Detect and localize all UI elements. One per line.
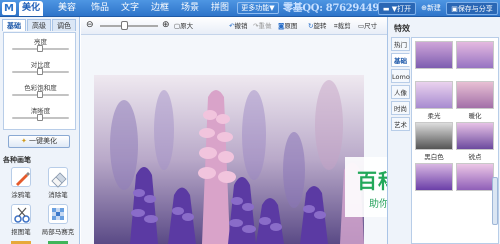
effect-label-black-white: 黑白色	[424, 153, 444, 161]
auto-beautify-button[interactable]: ✦ 一键美化	[8, 135, 70, 148]
effect-thumb[interactable]	[456, 41, 494, 69]
tab-beauty[interactable]: 美容	[55, 1, 79, 16]
brightness-slider[interactable]: 亮度	[4, 36, 77, 56]
effect-thumb-sharpen[interactable]	[456, 122, 494, 150]
tab-frames[interactable]: 边框	[148, 1, 172, 16]
effect-category-basic[interactable]: 基础	[391, 53, 410, 67]
eraser-brush-button[interactable]: 消除笔	[41, 167, 75, 201]
original-image-button[interactable]: ◙原图	[278, 20, 297, 32]
new-button[interactable]: ⊕新建	[418, 2, 444, 15]
slider-knob[interactable]	[37, 45, 43, 52]
brush-section-title: 各种画笔	[3, 156, 31, 164]
slider-knob[interactable]	[37, 114, 43, 121]
more-functions-button[interactable]: 更多功能▼	[237, 2, 279, 14]
subtab-basic[interactable]: 基础	[2, 19, 26, 31]
cutout-brush-button[interactable]: 抠图笔	[4, 204, 38, 238]
original-size-label: 原大	[180, 22, 194, 30]
eraser-icon	[48, 167, 68, 188]
zoom-out-icon[interactable]: ⊖	[86, 20, 94, 30]
brush-icon	[11, 167, 31, 187]
zoom-slider[interactable]	[100, 25, 158, 27]
save-share-button[interactable]: ▣保存与分享	[446, 2, 498, 15]
adjust-subtabs: 基础 高级 调色	[0, 19, 80, 31]
effects-panel: 特效 热门 基础 Lomo 人像 时尚 艺术 柔光 暖化 黑白色 锐点	[387, 17, 500, 244]
effect-thumb-black-white[interactable]	[415, 122, 453, 150]
mosaic-brush-label: 局部马赛克	[41, 228, 75, 236]
redo-label: 重做	[258, 22, 272, 30]
tab-text[interactable]: 文字	[118, 1, 142, 16]
rotate-label: 旋转	[313, 22, 327, 30]
adjust-sliders: 亮度 对比度 色彩饱和度 清晰度	[3, 32, 76, 130]
saturation-slider[interactable]: 色彩饱和度	[4, 82, 77, 102]
open-button[interactable]: ▬ ▼打开	[378, 2, 416, 15]
undo-button[interactable]: ↶撤销	[229, 20, 247, 32]
doodle-brush-label: 涂鸦笔	[11, 191, 31, 199]
rotate-button[interactable]: ↻旋转	[308, 20, 326, 32]
resize-label: 尺寸	[364, 22, 378, 30]
magic-wand-icon: ✦	[20, 137, 27, 145]
undo-label: 撤销	[234, 22, 248, 30]
sharpness-slider[interactable]: 清晰度	[4, 105, 77, 125]
cutout-brush-label: 抠图笔	[11, 228, 31, 236]
subtab-color[interactable]: 调色	[52, 19, 76, 31]
resize-button[interactable]: ▭尺寸	[358, 20, 377, 32]
effect-category-lomo[interactable]: Lomo	[391, 69, 410, 83]
qq-watermark: 零基QQ: 87629449	[283, 3, 380, 14]
top-toolbar: M 美化 美容 饰品 文字 边框 场景 拼图 更多功能▼ 零基QQ: 87629…	[0, 0, 500, 17]
scissors-icon	[11, 204, 31, 224]
zoom-knob[interactable]	[121, 21, 128, 30]
save-share-label: 保存与分享	[457, 5, 493, 13]
effect-thumb-soft-light[interactable]	[415, 81, 453, 109]
left-panel: 基础 高级 调色 亮度 对比度 色彩饱和度 清晰度 ✦ 一键美化 各种画笔 涂鸦…	[0, 17, 80, 244]
slider-knob[interactable]	[37, 68, 43, 75]
save-icon: ▣	[451, 5, 458, 13]
effect-category-hot[interactable]: 热门	[391, 37, 410, 51]
effect-thumbnails: 柔光 暖化 黑白色 锐点	[411, 37, 499, 244]
effects-title: 特效	[394, 24, 410, 33]
zoom-in-icon[interactable]: ⊕	[162, 20, 170, 30]
original-image-label: 原图	[284, 22, 298, 30]
redo-button[interactable]: ↷重做	[253, 20, 271, 32]
crop-button[interactable]: ⌗裁剪	[334, 20, 351, 32]
effect-thumb[interactable]	[415, 41, 453, 69]
slider-knob[interactable]	[37, 91, 43, 98]
effect-label-warm: 暖化	[468, 112, 482, 120]
mosaic-brush-button[interactable]: 局部马赛克	[41, 204, 75, 238]
effect-thumb[interactable]	[415, 163, 453, 191]
effect-category-art[interactable]: 艺术	[391, 117, 410, 131]
effect-thumb[interactable]	[456, 163, 494, 191]
effect-category-portrait[interactable]: 人像	[391, 85, 410, 99]
eraser-brush-label: 消除笔	[48, 191, 68, 199]
effect-label-sharpen: 锐点	[468, 153, 482, 161]
doodle-brush-button[interactable]: 涂鸦笔	[4, 167, 38, 201]
mosaic-icon	[48, 204, 68, 224]
tab-beautify[interactable]: 美化	[19, 1, 43, 16]
tab-collage[interactable]: 拼图	[208, 1, 232, 16]
crop-label: 裁剪	[337, 22, 351, 30]
canvas-toolbar: ⊖ ⊕ ▢原大 ↶撤销 ↷重做 ◙原图 ↻旋转 ⌗裁剪 ▭尺寸	[81, 17, 387, 35]
folder-icon: ▬	[382, 5, 390, 13]
contrast-slider[interactable]: 对比度	[4, 59, 77, 79]
photo-canvas[interactable]	[94, 75, 364, 244]
original-size-button[interactable]: ▢原大	[174, 20, 193, 32]
tab-scenes[interactable]: 场景	[178, 1, 202, 16]
effect-category-fashion[interactable]: 时尚	[391, 101, 410, 115]
app-logo: M	[2, 2, 16, 15]
effect-label-soft-light: 柔光	[427, 112, 441, 120]
new-label: 新建	[426, 4, 441, 12]
effects-scrollbar[interactable]	[492, 177, 498, 225]
open-label: ▼打开	[391, 5, 412, 13]
subtab-advanced[interactable]: 高级	[27, 19, 51, 31]
effect-thumb-warm[interactable]	[456, 81, 494, 109]
tab-accessories[interactable]: 饰品	[88, 1, 112, 16]
canvas-area: ⊖ ⊕ ▢原大 ↶撤销 ↷重做 ◙原图 ↻旋转 ⌗裁剪 ▭尺寸	[81, 17, 453, 244]
auto-beautify-label: 一键美化	[29, 137, 58, 145]
